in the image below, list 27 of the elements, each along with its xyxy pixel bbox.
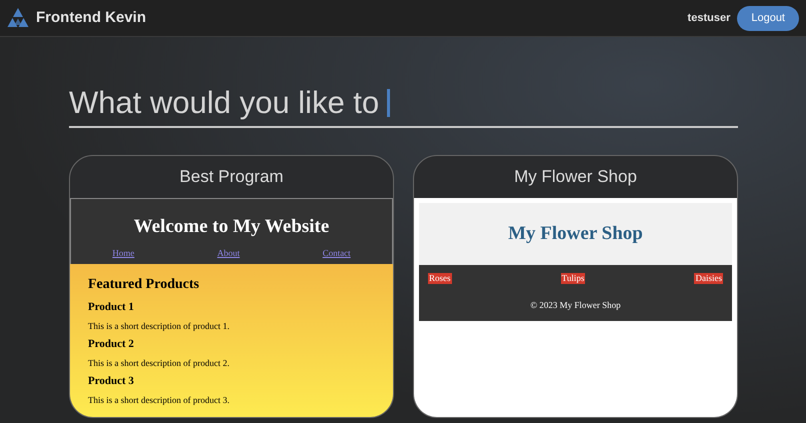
product-description: This is a short description of product 2. (88, 358, 230, 369)
product-name: Product 3 (88, 374, 135, 388)
product-name: Product 1 (88, 300, 135, 314)
logout-button[interactable]: Logout (737, 6, 799, 30)
brand-name: Frontend Kevin (36, 8, 146, 28)
product-description: This is a short description of product 1. (88, 320, 230, 332)
shop-heading: My Flower Shop (508, 222, 643, 246)
project-card[interactable]: My Flower Shop My Flower Shop Roses Tulips Daisies © 2023 My Flower Shop (413, 155, 738, 418)
footer-text: © 2023 My Flower Shop (529, 299, 622, 312)
prompt-input[interactable]: What would you like to (69, 80, 738, 128)
nav-link[interactable]: Contact (322, 246, 351, 260)
username: testuser (688, 10, 730, 26)
product-description: This is a short description of product 3. (88, 394, 230, 406)
nav-link[interactable]: Tulips (560, 273, 586, 284)
nav-link[interactable]: Roses (428, 273, 452, 284)
project-card[interactable] (69, 155, 394, 418)
section-heading: Featured Products (88, 276, 200, 294)
card-title: Best Program (178, 166, 284, 188)
nav-link[interactable]: Home (112, 246, 134, 260)
triangle-logo-icon (7, 8, 29, 28)
nav-link[interactable]: Daisies (694, 273, 723, 284)
site-heading: Welcome to My Website (134, 215, 330, 239)
card-title: My Flower Shop (513, 166, 638, 188)
prompt-text: What would you like to (69, 84, 380, 122)
product-name: Product 2 (88, 338, 135, 352)
nav-link[interactable]: About (217, 246, 240, 260)
text-cursor (387, 89, 390, 117)
